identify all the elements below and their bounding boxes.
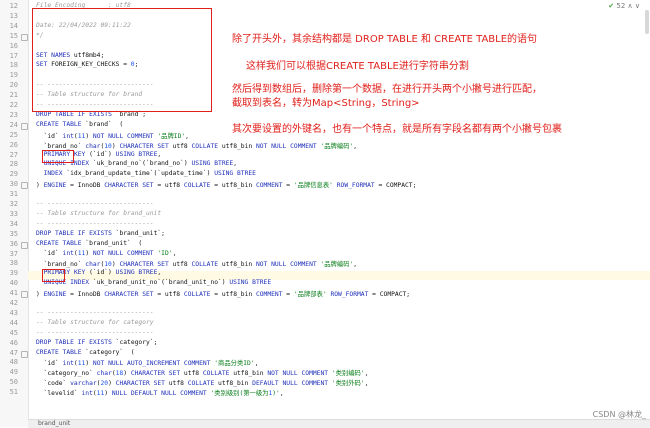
line-number: 40 [9,279,18,288]
code-line: ) ENGINE = InnoDB CHARACTER SET = utf8 C… [36,291,411,299]
watermark: CSDN @林龙_ [592,410,646,419]
line-number: 29 [9,170,18,179]
brand-no-highlight-box [42,150,74,163]
code-line: `brand_no` char(10) CHARACTER SET utf8 C… [36,261,358,269]
code-line: -- ---------------------------- [36,328,154,336]
code-line: -- Table structure for brand_unit [36,209,162,217]
line-number: 33 [9,209,18,218]
annotation-1: 除了开头外，其余结构都是 DROP TABLE 和 CREATE TABLE的语… [232,34,538,45]
chevron-up-icon[interactable]: ∧ [628,2,633,10]
line-number: 19 [9,71,18,80]
check-icon: ✔ [608,2,615,10]
line-number: 51 [9,388,18,397]
code-line: UNIQUE INDEX `uk_brand_unit_no`(`brand_u… [43,279,272,287]
code-line: INDEX `idx_brand_update_time`(`update_ti… [43,170,256,178]
line-number: 17 [9,51,18,60]
line-number: 34 [9,219,18,228]
line-number: 27 [9,150,18,159]
fold-icon[interactable] [21,33,28,41]
line-number: 42 [9,299,18,307]
line-number: 50 [9,378,18,387]
fold-icon[interactable] [21,182,28,190]
scrollbar-thumb[interactable] [645,10,649,34]
code-line: `id` int(11) NOT NULL AUTO_INCREMENT COM… [36,360,259,368]
code-line: -- Table structure for category [36,318,154,326]
line-number: 16 [9,41,18,50]
code-line: ) ENGINE = InnoDB CHARACTER SET = utf8 C… [36,182,417,190]
line-number: 23 [9,110,18,119]
line-number: 25 [9,130,18,139]
line-number: 45 [9,328,18,337]
line-number: 28 [9,160,18,169]
line-number: 43 [9,308,18,317]
code-line: `code` varchar(20) CHARACTER SET utf8 CO… [36,380,369,388]
id-highlight-box [42,269,65,282]
code-line: `brand_no` char(10) CHARACTER SET utf8 C… [36,142,358,150]
line-number: 46 [9,338,18,347]
line-number: 18 [9,61,18,70]
line-number: 48 [9,358,18,367]
line-number: 41 [9,289,18,298]
annotation-4: 截取到表名，转为Map<String，String> [232,98,420,109]
line-number: 24 [9,120,18,129]
line-number: 12 [9,2,18,10]
line-number: 26 [9,140,18,149]
fold-icon[interactable] [21,350,28,358]
bottom-tab[interactable]: brand_unit [38,420,70,427]
line-number: 32 [9,200,18,208]
code-line: DROP TABLE IF EXISTS `category`; [36,338,158,346]
fold-icon[interactable] [21,241,28,249]
code-line: `id` int(11) NOT NULL COMMENT 'ID', [36,249,177,257]
chevron-down-icon[interactable]: ∨ [635,2,640,10]
line-number: 14 [9,21,18,30]
code-line: CREATE TABLE `brand` ( [36,120,124,128]
inspection-count: 52 [616,2,626,10]
header-highlight-box [32,8,212,112]
line-number: 44 [9,318,18,327]
code-line: `id` int(11) NOT NULL COMMENT '品牌ID', [36,132,189,140]
line-number: 49 [9,368,18,377]
code-line: `levelid` int(11) NULL DEFAULT NULL COMM… [36,390,284,398]
code-line: `category_no` char(18) CHARACTER SET utf… [36,370,369,378]
line-number: 30 [9,180,18,189]
line-number: 21 [9,91,18,100]
code-line: -- ---------------------------- [36,200,154,207]
line-number: 39 [9,269,18,278]
line-number: 22 [9,101,18,109]
line-number: 15 [9,31,18,40]
line-number: 47 [9,348,18,357]
code-line: -- ---------------------------- [36,219,154,227]
fold-icon[interactable] [21,291,28,299]
line-number: 20 [9,81,18,90]
line-number: 37 [9,249,18,258]
line-number: 36 [9,239,18,248]
line-number: 35 [9,229,18,238]
annotation-5: 其次要设置的外键名，也有一个特点，就是所有字段名都有两个小撇号包裹 [232,124,562,135]
code-line: -- ---------------------------- [36,308,154,316]
inspection-indicator[interactable]: ✔ 52 ∧ ∨ [608,2,640,10]
line-number: 38 [9,259,18,268]
annotation-2: 这样我们可以根据CREATE TABLE进行字符串分割 [246,61,469,72]
code-line: DROP TABLE IF EXISTS `brand_unit`; [36,229,165,237]
fold-icon[interactable] [21,122,28,130]
line-number-gutter: 12 13 14 15 16 17 18 19 20 21 22 23 24 25 26 27 28 29 30 31… [0,0,29,427]
code-line: CREATE TABLE `brand_unit` ( [36,239,143,247]
annotation-3: 然后得到数组后，删除第一个数据，在进行开头两个小撇号进行匹配， [232,84,542,95]
code-line: CREATE TABLE `category` ( [36,348,135,356]
line-number: 31 [9,190,18,199]
line-number: 13 [9,11,18,20]
